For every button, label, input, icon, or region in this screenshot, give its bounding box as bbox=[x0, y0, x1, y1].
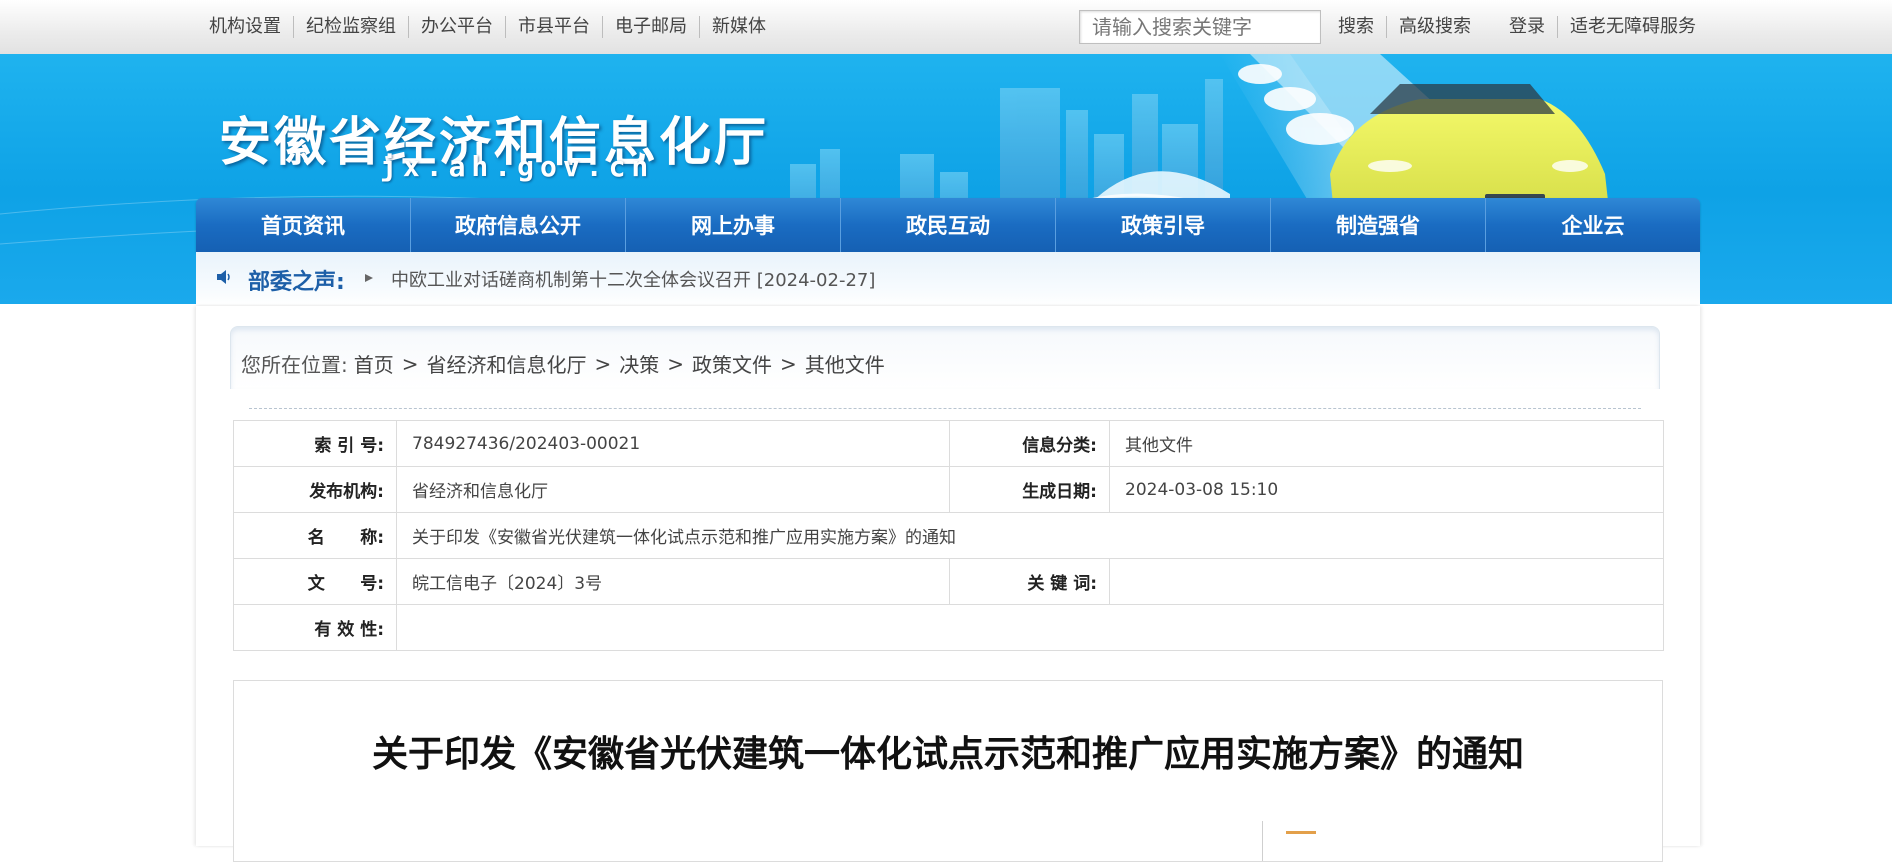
advanced-search-link[interactable]: 高级搜索 bbox=[1386, 16, 1483, 38]
top-links: 机构设置 纪检监察组 办公平台 市县平台 电子邮局 新媒体 bbox=[199, 0, 778, 54]
announcement-label: 部委之声: bbox=[248, 270, 345, 295]
breadcrumb-prefix: 您所在位置: bbox=[241, 353, 348, 377]
breadcrumb-policy-files[interactable]: 政策文件 bbox=[692, 349, 772, 378]
nav-home-news[interactable]: 首页资讯 bbox=[196, 198, 410, 252]
breadcrumb-divider bbox=[249, 408, 1641, 409]
accessibility-link[interactable]: 适老无障碍服务 bbox=[1557, 16, 1708, 38]
keywords-value bbox=[1109, 558, 1664, 605]
breadcrumb-box: 您所在位置: 首页 > 省经济和信息化厅 > 决策 > 政策文件 > 其他文件 bbox=[230, 326, 1660, 409]
publisher-value: 省经济和信息化厅 bbox=[396, 466, 950, 513]
article-side-divider bbox=[1262, 821, 1263, 861]
docno-label: 文 号: bbox=[233, 558, 397, 605]
nav-enterprise-cloud[interactable]: 企业云 bbox=[1485, 198, 1700, 252]
top-utility-bar: 机构设置 纪检监察组 办公平台 市县平台 电子邮局 新媒体 搜索 高级搜索 登录… bbox=[0, 0, 1892, 55]
search-input[interactable] bbox=[1079, 10, 1321, 44]
link-office-platform[interactable]: 办公平台 bbox=[408, 16, 505, 38]
document-info-table: 索 引 号: 784927436/202403-00021 信息分类: 其他文件… bbox=[233, 420, 1664, 651]
table-row: 文 号: 皖工信电子〔2024〕3号 关 键 词: bbox=[233, 558, 1664, 605]
link-discipline-group[interactable]: 纪检监察组 bbox=[293, 16, 408, 38]
date-value: 2024-03-08 15:10 bbox=[1109, 466, 1664, 513]
arrow-right-icon bbox=[365, 274, 373, 282]
name-value: 关于印发《安徽省光伏建筑一体化试点示范和推广应用实施方案》的通知 bbox=[396, 512, 1664, 559]
category-value: 其他文件 bbox=[1109, 420, 1664, 467]
announcement-bar: 部委之声: 中欧工业对话磋商机制第十二次全体会议召开 [2024-02-27] bbox=[196, 252, 1700, 306]
breadcrumb-separator: > bbox=[667, 351, 685, 376]
table-row: 索 引 号: 784927436/202403-00021 信息分类: 其他文件 bbox=[233, 420, 1664, 467]
date-label: 生成日期: bbox=[949, 466, 1110, 513]
index-label: 索 引 号: bbox=[233, 420, 397, 467]
announcement-link[interactable]: 中欧工业对话磋商机制第十二次全体会议召开 [2024-02-27] bbox=[391, 266, 875, 292]
publisher-label: 发布机构: bbox=[233, 466, 397, 513]
search-button[interactable]: 搜索 bbox=[1326, 16, 1386, 38]
category-label: 信息分类: bbox=[949, 420, 1110, 467]
table-row: 有 效 性: bbox=[233, 604, 1664, 651]
keywords-label: 关 键 词: bbox=[949, 558, 1110, 605]
link-org-settings[interactable]: 机构设置 bbox=[199, 16, 293, 38]
main-nav: 首页资讯 政府信息公开 网上办事 政民互动 政策引导 制造强省 企业云 bbox=[196, 198, 1700, 252]
breadcrumb-other-files[interactable]: 其他文件 bbox=[805, 349, 885, 378]
nav-interaction[interactable]: 政民互动 bbox=[840, 198, 1055, 252]
nav-policy[interactable]: 政策引导 bbox=[1055, 198, 1270, 252]
top-right-links: 搜索 高级搜索 登录 适老无障碍服务 bbox=[1326, 0, 1708, 54]
index-value: 784927436/202403-00021 bbox=[396, 420, 950, 467]
breadcrumb-separator: > bbox=[401, 351, 419, 376]
breadcrumb-separator: > bbox=[780, 351, 797, 376]
breadcrumb: 您所在位置: 首页 > 省经济和信息化厅 > 决策 > 政策文件 > 其他文件 bbox=[241, 349, 885, 378]
validity-value bbox=[396, 604, 1664, 651]
article-body: 关于印发《安徽省光伏建筑一体化试点示范和推广应用实施方案》的通知 bbox=[233, 680, 1663, 862]
breadcrumb-home[interactable]: 首页 bbox=[354, 349, 394, 378]
link-email[interactable]: 电子邮局 bbox=[602, 16, 699, 38]
site-domain: jx.ah.gov.cn bbox=[380, 150, 655, 183]
breadcrumb-separator: > bbox=[594, 351, 612, 376]
breadcrumb-decision[interactable]: 决策 bbox=[619, 349, 659, 378]
breadcrumb-department[interactable]: 省经济和信息化厅 bbox=[427, 349, 587, 378]
article-title: 关于印发《安徽省光伏建筑一体化试点示范和推广应用实施方案》的通知 bbox=[371, 734, 1524, 775]
validity-label: 有 效 性: bbox=[233, 604, 397, 651]
link-new-media[interactable]: 新媒体 bbox=[699, 16, 778, 38]
docno-value: 皖工信电子〔2024〕3号 bbox=[396, 558, 950, 605]
nav-online-services[interactable]: 网上办事 bbox=[625, 198, 840, 252]
nav-gov-info[interactable]: 政府信息公开 bbox=[410, 198, 625, 252]
name-label: 名 称: bbox=[233, 512, 397, 559]
login-link[interactable]: 登录 bbox=[1497, 16, 1557, 38]
table-row: 名 称: 关于印发《安徽省光伏建筑一体化试点示范和推广应用实施方案》的通知 bbox=[233, 512, 1664, 559]
link-city-county-platform[interactable]: 市县平台 bbox=[505, 16, 602, 38]
table-row: 发布机构: 省经济和信息化厅 生成日期: 2024-03-08 15:10 bbox=[233, 466, 1664, 513]
content-card: 您所在位置: 首页 > 省经济和信息化厅 > 决策 > 政策文件 > 其他文件 … bbox=[196, 306, 1700, 862]
speaker-icon bbox=[217, 270, 230, 284]
nav-manufacturing[interactable]: 制造强省 bbox=[1270, 198, 1485, 252]
